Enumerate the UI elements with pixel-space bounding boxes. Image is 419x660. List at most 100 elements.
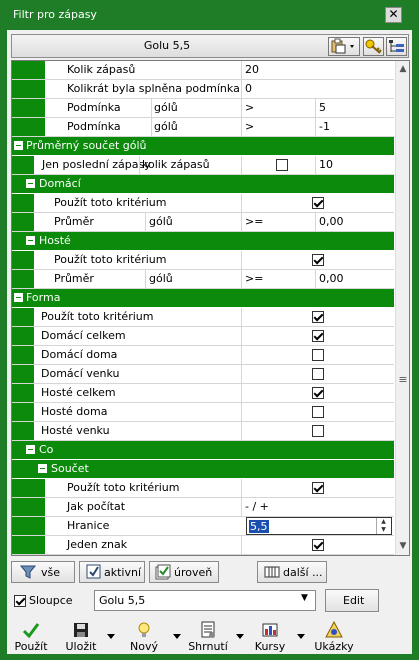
property-value[interactable]: 0 bbox=[245, 80, 252, 98]
grid-row[interactable]: Jeden znak bbox=[12, 536, 394, 555]
filter-property-grid: Kolik zápasů 20 Kolikrát byla splněna po… bbox=[11, 60, 410, 556]
collapse-icon[interactable] bbox=[26, 236, 35, 245]
edit-button[interactable]: Edit bbox=[325, 589, 379, 612]
operator-value[interactable]: > bbox=[245, 99, 254, 117]
grid-row[interactable]: Použít toto kritérium bbox=[12, 308, 394, 327]
new-button[interactable]: Nový bbox=[121, 620, 167, 653]
collapse-icon[interactable] bbox=[26, 445, 35, 454]
operator-value[interactable]: > bbox=[245, 118, 254, 136]
grid-row[interactable]: Podmínka gólů > -1 bbox=[12, 118, 394, 137]
columns-select[interactable]: Golu 5,5 ▼ bbox=[94, 590, 316, 611]
hierarchy-icon[interactable] bbox=[386, 37, 407, 56]
use-criterion-checkbox[interactable] bbox=[312, 482, 324, 494]
grid-row[interactable]: Domácí celkem bbox=[12, 327, 394, 346]
window-client: Golu 5,5 Kolik zápasů 20 Kolikrát byla s… bbox=[7, 30, 412, 654]
summary-dropdown-icon[interactable] bbox=[236, 634, 244, 640]
key-icon[interactable] bbox=[363, 37, 384, 56]
property-sublabel: gólů bbox=[149, 272, 173, 285]
section-header[interactable]: Forma bbox=[12, 289, 394, 308]
grid-row[interactable]: Hosté celkem bbox=[12, 384, 394, 403]
collapse-icon[interactable] bbox=[14, 141, 23, 150]
grid-row[interactable]: Jen poslední zápasy kolik zápasů 10 bbox=[12, 156, 394, 175]
home-home-checkbox[interactable] bbox=[312, 349, 324, 361]
grid-row[interactable]: Hosté venku bbox=[12, 422, 394, 441]
grid-row[interactable]: Kolik zápasů 20 bbox=[12, 61, 394, 80]
threshold-value[interactable]: 5,5 bbox=[249, 520, 269, 533]
property-value[interactable]: -1 bbox=[319, 118, 330, 136]
chevron-down-icon[interactable]: ▼ bbox=[301, 593, 308, 603]
spin-down-icon[interactable]: ▼ bbox=[377, 526, 390, 534]
close-button[interactable]: ✕ bbox=[385, 7, 402, 23]
property-value[interactable]: 0,00 bbox=[319, 213, 344, 231]
section-header[interactable]: Součet bbox=[12, 460, 394, 479]
level-button[interactable]: úroveň bbox=[149, 561, 219, 583]
grid-row[interactable]: Použít toto kritérium bbox=[12, 251, 394, 270]
scroll-up-icon[interactable]: ▲ bbox=[398, 64, 408, 74]
clipboard-dropdown-icon[interactable] bbox=[328, 37, 360, 56]
collapse-icon[interactable] bbox=[38, 464, 47, 473]
single-char-checkbox[interactable] bbox=[312, 539, 324, 551]
use-criterion-checkbox[interactable] bbox=[312, 311, 324, 323]
property-value[interactable]: 10 bbox=[319, 156, 333, 174]
floppy-disk-icon bbox=[74, 623, 88, 637]
property-sublabel: gólů bbox=[154, 101, 178, 114]
property-value[interactable]: 5 bbox=[319, 99, 326, 117]
property-value[interactable]: 0,00 bbox=[319, 270, 344, 288]
last-matches-checkbox[interactable] bbox=[276, 159, 288, 171]
title-bar[interactable]: Filtr pro zápasy ✕ bbox=[0, 0, 419, 30]
summary-button[interactable]: Shrnutí bbox=[183, 620, 233, 653]
grid-row[interactable]: Hosté doma bbox=[12, 403, 394, 422]
section-header[interactable]: Domácí bbox=[12, 175, 394, 194]
home-away-checkbox[interactable] bbox=[312, 368, 324, 380]
grid-row[interactable]: Použít toto kritérium bbox=[12, 479, 394, 498]
threshold-input[interactable]: 5,5 ▲ ▼ bbox=[246, 517, 392, 535]
grid-row[interactable]: Kolikrát byla splněna podmínka 0 bbox=[12, 80, 394, 99]
scroll-down-icon[interactable]: ▼ bbox=[398, 541, 408, 551]
collapse-icon[interactable] bbox=[26, 179, 35, 188]
columns-checkbox[interactable] bbox=[14, 595, 26, 607]
property-value[interactable]: 20 bbox=[245, 61, 259, 79]
odds-button[interactable]: Kursy bbox=[249, 620, 291, 653]
active-button[interactable]: aktivní bbox=[79, 561, 145, 583]
use-criterion-checkbox[interactable] bbox=[312, 197, 324, 209]
scroll-grip-icon[interactable]: ≡ bbox=[397, 373, 409, 387]
operator-value[interactable]: >= bbox=[245, 270, 263, 288]
columns-label: Sloupce bbox=[29, 594, 73, 607]
grid-row[interactable]: Průměr gólů >= 0,00 bbox=[12, 270, 394, 289]
collapse-icon[interactable] bbox=[14, 293, 23, 302]
grid-row[interactable]: Jak počítat - / + bbox=[12, 498, 394, 517]
odds-dropdown-icon[interactable] bbox=[297, 634, 305, 640]
filter-header: Golu 5,5 bbox=[11, 34, 409, 58]
save-button[interactable]: Uložit bbox=[61, 620, 101, 653]
grid-row[interactable]: Podmínka gólů > 5 bbox=[12, 99, 394, 118]
all-button[interactable]: vše bbox=[11, 561, 75, 583]
property-sublabel: gólů bbox=[154, 120, 178, 133]
property-label: Jen poslední zápasy bbox=[42, 158, 151, 171]
away-total-checkbox[interactable] bbox=[312, 387, 324, 399]
grid-row[interactable]: Domácí doma bbox=[12, 346, 394, 365]
away-home-checkbox[interactable] bbox=[312, 406, 324, 418]
spin-up-icon[interactable]: ▲ bbox=[377, 518, 390, 526]
grid-row[interactable]: Průměr gólů >= 0,00 bbox=[12, 213, 394, 232]
save-dropdown-icon[interactable] bbox=[107, 634, 115, 640]
more-button[interactable]: další ... bbox=[257, 561, 327, 583]
section-header[interactable]: Co bbox=[12, 441, 394, 460]
home-total-checkbox[interactable] bbox=[312, 330, 324, 342]
threshold-spinner[interactable]: ▲ ▼ bbox=[376, 518, 390, 534]
examples-button[interactable]: Ukázky bbox=[311, 620, 357, 653]
operator-value[interactable]: >= bbox=[245, 213, 263, 231]
use-criterion-checkbox[interactable] bbox=[312, 254, 324, 266]
section-header[interactable]: Hosté bbox=[12, 232, 394, 251]
property-label: Hosté celkem bbox=[41, 386, 116, 399]
vertical-scrollbar[interactable]: ▲ ≡ ▼ bbox=[395, 61, 409, 555]
examples-icon bbox=[325, 621, 343, 638]
grid-row[interactable]: Použít toto kritérium bbox=[12, 194, 394, 213]
property-value[interactable]: - / + bbox=[245, 498, 269, 516]
away-away-checkbox[interactable] bbox=[312, 425, 324, 437]
grid-row[interactable]: Hranice 5,5 ▲ ▼ bbox=[12, 517, 394, 536]
new-dropdown-icon[interactable] bbox=[173, 634, 181, 640]
section-header[interactable]: Průměrný součet gólů bbox=[12, 137, 394, 156]
apply-button[interactable]: Použít bbox=[11, 620, 51, 653]
grid-row[interactable]: Domácí venku bbox=[12, 365, 394, 384]
section-label: Hosté bbox=[39, 234, 71, 247]
